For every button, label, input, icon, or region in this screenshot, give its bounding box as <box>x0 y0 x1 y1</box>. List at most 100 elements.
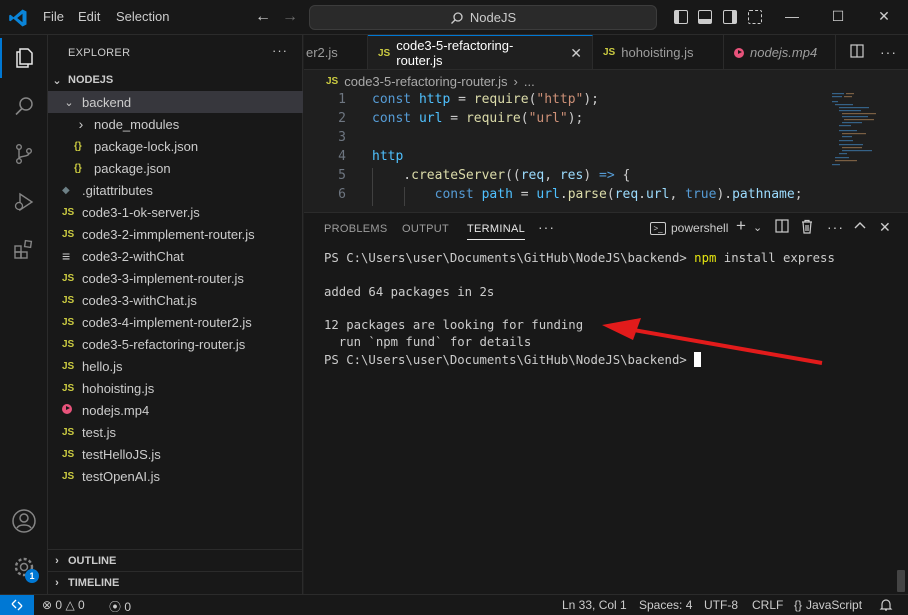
terminal-more-icon[interactable]: ··· <box>827 219 844 235</box>
source-control-icon[interactable] <box>0 134 48 174</box>
maximize-panel-icon[interactable] <box>853 219 867 236</box>
line-number: 4 <box>338 149 346 164</box>
remote-indicator-icon[interactable] <box>0 595 34 615</box>
tab-problems[interactable]: PROBLEMS <box>324 223 388 235</box>
tab-code3-4[interactable]: er2.js <box>304 35 368 69</box>
indentation-status[interactable]: Spaces: 4 <box>639 598 692 612</box>
code-line[interactable]: 6 const path = url.parse(req.url, true).… <box>304 187 824 206</box>
chevron-down-icon[interactable]: ⌄ <box>753 221 762 234</box>
tree-item[interactable]: {} package.json <box>48 157 303 179</box>
back-arrow-icon[interactable]: ← <box>255 8 271 26</box>
code-line[interactable]: 5 .createServer((req, res) => { <box>304 168 824 187</box>
tab-hohoisting[interactable]: JS hohoisting.js <box>593 35 724 69</box>
tab-code3-5-refactoring-router[interactable]: JS code3-5-refactoring-router.js ✕ <box>368 35 593 69</box>
notifications-bell-icon[interactable] <box>879 598 893 615</box>
accounts-icon[interactable] <box>0 501 48 541</box>
menu-file[interactable]: File <box>43 9 64 24</box>
tree-item[interactable]: › node_modules <box>48 113 303 135</box>
indent-guide <box>404 187 405 206</box>
split-terminal-icon[interactable] <box>775 219 789 236</box>
close-panel-icon[interactable]: ✕ <box>879 219 891 236</box>
tree-item[interactable]: JS code3-3-withChat.js <box>48 289 303 311</box>
tree-item[interactable]: ⌄ backend <box>48 91 303 113</box>
tree-item[interactable]: JS testHelloJS.js <box>48 443 303 465</box>
code-line[interactable]: 4 http <box>304 149 824 168</box>
forward-arrow-icon[interactable]: → <box>282 8 298 26</box>
tree-item[interactable]: {} package-lock.json <box>48 135 303 157</box>
line-number: 6 <box>338 187 346 202</box>
js-file-icon: JS <box>62 294 75 306</box>
panel-more-icon[interactable]: ··· <box>538 219 555 235</box>
outline-section[interactable]: › OUTLINE <box>48 549 303 571</box>
code-line[interactable]: 1 const http = require("http"); <box>304 92 824 111</box>
terminal-scrollbar[interactable] <box>897 570 905 592</box>
minimize-button[interactable]: — <box>782 8 802 24</box>
tree-item[interactable]: JS code3-3-implement-router.js <box>48 267 303 289</box>
workspace-root-label: NODEJS <box>68 74 114 86</box>
ports-status[interactable]: ⦿ 0 <box>109 598 131 615</box>
code-line[interactable]: 3 <box>304 130 824 149</box>
js-file-icon: JS <box>62 228 75 240</box>
terminal-profile[interactable]: >_ powershell <box>650 219 728 237</box>
search-view-icon[interactable] <box>0 86 48 126</box>
terminal-cursor <box>694 351 702 367</box>
tree-item[interactable]: JS hello.js <box>48 355 303 377</box>
timeline-section[interactable]: › TIMELINE <box>48 571 303 593</box>
toggle-panel-icon[interactable] <box>698 10 712 24</box>
tree-item[interactable]: ≡ code3-2-withChat <box>48 245 303 267</box>
tree-item[interactable]: JS code3-4-implement-router2.js <box>48 311 303 333</box>
language-mode[interactable]: {} JavaScript <box>794 598 862 612</box>
close-window-button[interactable]: ✕ <box>874 8 894 25</box>
tree-item[interactable]: JS test.js <box>48 421 303 443</box>
close-tab-icon[interactable]: ✕ <box>570 45 582 62</box>
tree-item[interactable]: JS code3-5-refactoring-router.js <box>48 333 303 355</box>
encoding-status[interactable]: UTF-8 <box>704 598 738 612</box>
tree-item[interactable]: JS hohoisting.js <box>48 377 303 399</box>
maximize-button[interactable]: ☐ <box>828 8 848 25</box>
eol-status[interactable]: CRLF <box>752 598 783 612</box>
tab-output[interactable]: OUTPUT <box>402 223 449 235</box>
split-editor-icon[interactable] <box>850 44 864 61</box>
code-line[interactable]: 2 const url = require("url"); <box>304 111 824 130</box>
tab-label: code3-5-refactoring-router.js <box>396 38 514 68</box>
extensions-icon[interactable] <box>0 230 48 270</box>
tab-nodejs-mp4[interactable]: nodejs.mp4 <box>724 35 836 69</box>
breadcrumb: JS code3-5-refactoring-router.js › ... <box>304 70 908 92</box>
toggle-primary-sidebar-icon[interactable] <box>674 10 688 24</box>
tree-item[interactable]: JS code3-2-immplement-router.js <box>48 223 303 245</box>
menu-edit[interactable]: Edit <box>78 9 100 24</box>
customize-layout-icon[interactable] <box>748 10 762 24</box>
command-center-search[interactable]: NodeJS <box>309 5 657 30</box>
tree-item[interactable]: JS code3-1-ok-server.js <box>48 201 303 223</box>
new-terminal-icon[interactable]: + <box>736 216 746 236</box>
ports-count: 0 <box>124 600 132 614</box>
js-file-icon: JS <box>603 47 616 58</box>
tab-more-icon[interactable]: ··· <box>880 44 897 60</box>
warning-count: 0 <box>78 598 85 612</box>
code-editor[interactable]: 1 const http = require("http"); 2 const url… <box>304 92 908 212</box>
trash-icon[interactable] <box>800 219 814 237</box>
tree-item[interactable]: nodejs.mp4 <box>48 399 303 421</box>
menu-selection[interactable]: Selection <box>116 9 169 24</box>
tree-item-label: code3-3-implement-router.js <box>82 270 244 286</box>
workspace-root[interactable]: ⌄ NODEJS <box>48 69 303 91</box>
breadcrumb-symbol[interactable]: ... <box>524 74 535 89</box>
tree-item-label: .gitattributes <box>82 182 153 198</box>
tree-item[interactable]: ◆ .gitattributes <box>48 179 303 201</box>
tree-item[interactable]: JS testOpenAI.js <box>48 465 303 487</box>
warning-icon: △ <box>65 598 75 612</box>
explorer-more-icon[interactable]: ··· <box>272 43 288 58</box>
breadcrumb-separator: › <box>513 73 518 89</box>
tab-terminal[interactable]: TERMINAL <box>467 223 526 240</box>
text-file-icon: ≡ <box>62 248 71 264</box>
breadcrumb-file[interactable]: code3-5-refactoring-router.js <box>344 74 507 89</box>
run-debug-icon[interactable] <box>0 182 48 222</box>
manage-gear-icon[interactable]: 1 <box>0 547 48 587</box>
cursor-position[interactable]: Ln 33, Col 1 <box>562 598 627 612</box>
problems-status[interactable]: ⊗ 0 △ 0 <box>42 598 85 612</box>
tree-item-label: backend <box>82 94 132 110</box>
explorer-icon[interactable] <box>0 38 48 78</box>
minimap[interactable] <box>830 92 892 182</box>
toggle-secondary-sidebar-icon[interactable] <box>723 10 737 24</box>
chevron-right-icon: › <box>55 576 59 589</box>
